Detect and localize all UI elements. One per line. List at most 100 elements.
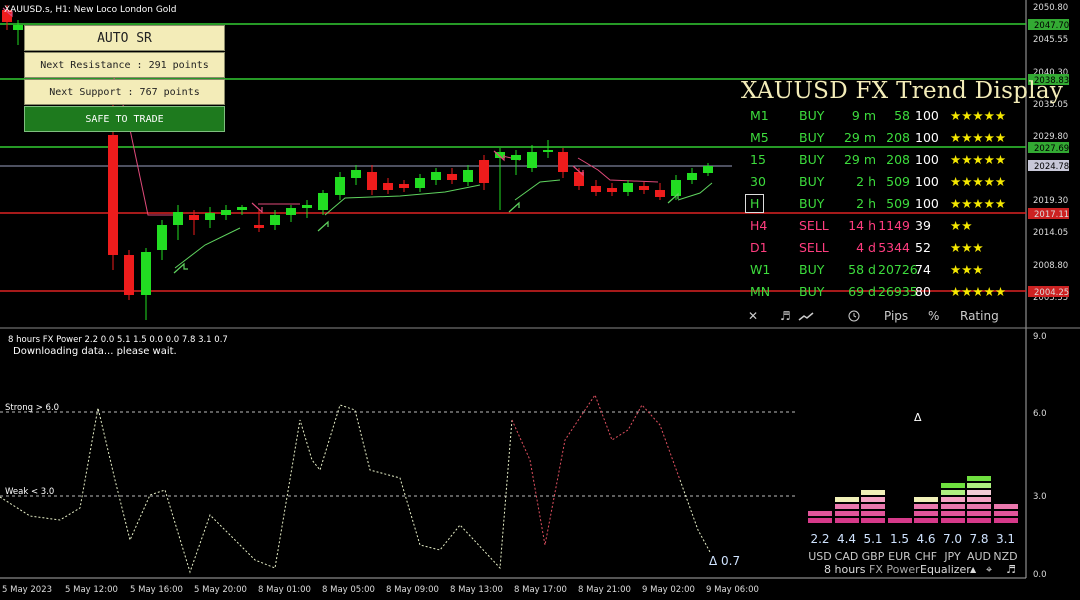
equalizer-segment — [861, 518, 885, 523]
up-triangle-icon[interactable]: ▲ — [970, 565, 976, 574]
equalizer-segment — [967, 476, 991, 481]
trend-row[interactable]: 15 BUY 29 m 208 100 ★★★★★ — [740, 152, 1040, 174]
candle-body — [687, 173, 697, 180]
equalizer-segment — [887, 518, 912, 523]
candle-body — [270, 215, 280, 225]
candle-body — [399, 184, 409, 188]
candle-body — [318, 193, 328, 210]
candle-body — [302, 205, 312, 208]
equalizer-segment — [940, 518, 965, 523]
percent-value: 100 — [915, 196, 939, 211]
pips-value: 509 — [886, 174, 910, 189]
percent-column-header[interactable]: % — [928, 309, 939, 323]
equalizer-segment — [967, 518, 991, 523]
duration-label: 14 h — [848, 218, 876, 233]
period-selector[interactable]: 8 hours — [824, 563, 865, 576]
delta-value: Δ 0.7 — [709, 554, 740, 568]
equalizer-segment — [940, 490, 965, 495]
svg-text:5 May 20:00: 5 May 20:00 — [194, 585, 247, 595]
candle-body — [479, 160, 489, 183]
chart-icon[interactable] — [798, 310, 814, 325]
duration-label: 2 h — [856, 196, 876, 211]
timeframe-label: W1 — [750, 262, 771, 277]
pips-value: 1149 — [878, 218, 910, 233]
trend-row[interactable]: M5 BUY 29 m 208 100 ★★★★★ — [740, 130, 1040, 152]
percent-value: 100 — [915, 174, 939, 189]
candle-body — [447, 174, 457, 180]
equalizer-segment — [861, 504, 885, 509]
timeframe-label: D1 — [750, 240, 768, 255]
trend-row[interactable]: MN BUY 69 d 26935 80 ★★★★★ — [740, 284, 1040, 306]
star-rating: ★★★★★ — [950, 284, 1007, 299]
candle-body — [463, 170, 473, 182]
indicator-status: Downloading data... please wait. — [13, 346, 177, 357]
svg-text:9.0: 9.0 — [1033, 332, 1047, 342]
percent-value: 100 — [915, 130, 939, 145]
star-rating: ★★★ — [950, 262, 984, 277]
candle-body — [367, 172, 377, 190]
equalizer-segment — [940, 483, 965, 488]
weak-label: Weak < 3.0 — [5, 487, 54, 497]
trend-row[interactable]: H BUY 2 h 509 100 ★★★★★ — [740, 194, 1040, 218]
trend-line-buy — [677, 182, 713, 201]
pips-column-header[interactable]: Pips — [884, 309, 908, 323]
candle-body — [623, 183, 633, 192]
percent-value: 39 — [915, 218, 931, 233]
equalizer-segment — [808, 518, 832, 523]
candle-body — [671, 180, 681, 196]
star-rating: ★★★ — [950, 240, 984, 255]
close-icon[interactable]: ✕ — [748, 309, 758, 323]
product-label[interactable]: FX Power — [869, 563, 920, 576]
trade-status-text: SAFE TO TRADE — [85, 114, 164, 125]
equalizer-segment — [967, 504, 991, 509]
duration-label: 29 m — [843, 130, 876, 145]
trend-row[interactable]: 30 BUY 2 h 509 100 ★★★★★ — [740, 174, 1040, 196]
mode-selector[interactable]: Equalizer — [920, 563, 971, 576]
clock-icon[interactable] — [848, 310, 860, 325]
svg-text:8 May 21:00: 8 May 21:00 — [578, 585, 631, 595]
svg-text:5 May 2023: 5 May 2023 — [2, 585, 52, 595]
pips-value: 20726 — [878, 262, 918, 277]
equalizer-segment — [914, 504, 938, 509]
next-resistance-text: Next Resistance : 291 points — [40, 60, 209, 71]
candle-body — [639, 186, 649, 190]
signal-label: BUY — [799, 108, 825, 123]
equalizer-segment — [993, 511, 1018, 516]
trend-row[interactable]: H4 SELL 14 h 1149 39 ★★ — [740, 218, 1040, 240]
svg-text:2045.55: 2045.55 — [1033, 35, 1068, 45]
currency-strength-value: 5.1 — [863, 532, 883, 546]
svg-text:2050.80: 2050.80 — [1033, 3, 1068, 13]
buy-arrow-icon — [173, 192, 679, 274]
power-line — [0, 404, 513, 574]
crosshair-icon[interactable]: ⌖ — [986, 563, 992, 577]
candle-body — [591, 186, 601, 192]
candle-body — [124, 255, 134, 295]
trend-row[interactable]: W1 BUY 58 d 20726 74 ★★★ — [740, 262, 1040, 284]
currency-strength-value: 7.0 — [942, 532, 963, 546]
star-rating: ★★★★★ — [950, 196, 1007, 211]
signal-label: SELL — [799, 240, 829, 255]
candle-body — [543, 150, 553, 152]
svg-text:8 May 17:00: 8 May 17:00 — [514, 585, 567, 595]
trend-row[interactable]: D1 SELL 4 d 5344 52 ★★★ — [740, 240, 1040, 262]
rating-column-header[interactable]: Rating — [960, 309, 999, 323]
equalizer-segment — [940, 511, 965, 516]
star-rating: ★★ — [950, 218, 973, 233]
equalizer-segment — [834, 511, 859, 516]
svg-text:8 May 05:00: 8 May 05:00 — [322, 585, 375, 595]
equalizer-segment — [914, 511, 938, 516]
candle-body — [205, 213, 215, 220]
candle-body — [221, 210, 231, 215]
svg-text:8 May 09:00: 8 May 09:00 — [386, 585, 439, 595]
auto-sr-title[interactable]: AUTO SR — [24, 25, 225, 51]
duration-label: 9 m — [851, 108, 876, 123]
equalizer-segment — [993, 504, 1018, 509]
indicator-axis: 9.0 6.0 3.0 0.0 — [1033, 332, 1047, 580]
equalizer-segment — [940, 504, 965, 509]
music-icon[interactable]: ♬ — [1006, 563, 1016, 576]
time-axis: 5 May 2023 5 May 12:00 5 May 16:00 5 May… — [2, 585, 759, 595]
currency-label: AUD — [966, 550, 992, 563]
power-line-red — [511, 393, 681, 546]
trend-row[interactable]: M1 BUY 9 m 58 100 ★★★★★ — [740, 108, 1040, 130]
sound-icon[interactable]: ♬ — [780, 309, 791, 323]
